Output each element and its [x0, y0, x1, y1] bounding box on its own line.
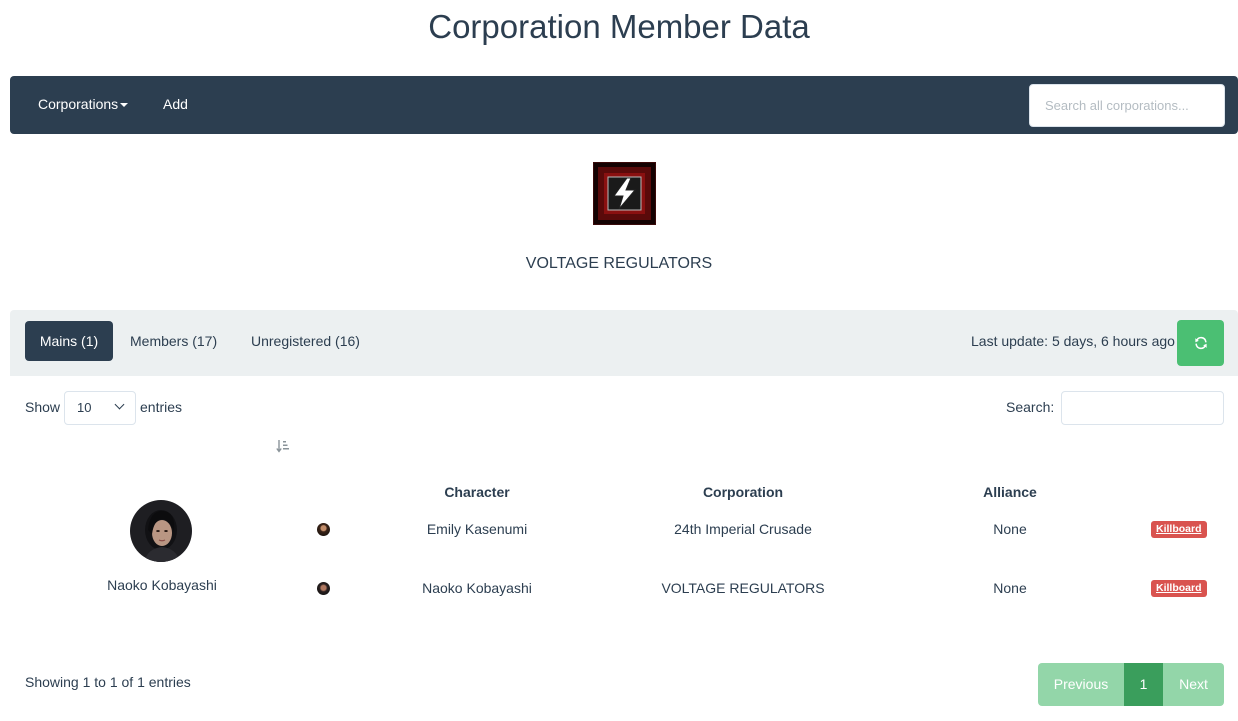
caret-down-icon: [120, 103, 129, 108]
cell-corporation: 24th Imperial Crusade: [674, 521, 812, 537]
page-title: Corporation Member Data: [428, 8, 810, 45]
refresh-button[interactable]: [1177, 320, 1224, 366]
column-header-alliance[interactable]: Alliance: [930, 484, 1090, 500]
column-header-corporation[interactable]: Corporation: [643, 484, 843, 500]
next-page-button[interactable]: Next: [1163, 663, 1224, 706]
avatar: [130, 500, 192, 562]
cell-character: Emily Kasenumi: [426, 521, 528, 537]
show-label: Show: [25, 399, 61, 415]
last-update-text: Last update: 5 days, 6 hours ago: [971, 333, 1175, 349]
search-label: Search:: [1006, 399, 1055, 415]
page-length-value: 10: [77, 400, 92, 415]
corporation-name: VOLTAGE REGULATORS: [525, 255, 713, 272]
sort-icon[interactable]: [276, 439, 290, 453]
cell-alliance: None: [993, 521, 1027, 537]
chevron-down-icon: [114, 399, 125, 410]
main-character-name: Naoko Kobayashi: [107, 577, 217, 593]
entries-label: entries: [140, 399, 183, 415]
column-header-character[interactable]: Character: [377, 484, 577, 500]
cell-corporation: VOLTAGE REGULATORS: [661, 580, 825, 596]
page-1-button[interactable]: 1: [1124, 663, 1163, 706]
character-portrait-icon: [130, 500, 192, 562]
top-navbar: Corporations Add: [10, 76, 1238, 134]
refresh-icon: [1194, 336, 1207, 350]
add-link[interactable]: Add: [163, 96, 188, 112]
corporation-logo: [593, 162, 656, 225]
killboard-link[interactable]: Killboard: [1151, 521, 1207, 538]
previous-page-button[interactable]: Previous: [1038, 663, 1124, 706]
tab-mains[interactable]: Mains (1): [25, 321, 113, 361]
cell-alliance: None: [993, 580, 1027, 596]
corporations-label: Corporations: [38, 96, 119, 112]
page-length-select[interactable]: 10: [64, 391, 136, 425]
killboard-link[interactable]: Killboard: [1151, 580, 1207, 597]
tab-unregistered[interactable]: Unregistered (16): [251, 321, 360, 361]
cell-character: Naoko Kobayashi: [422, 580, 532, 596]
corporations-dropdown[interactable]: Corporations: [38, 96, 129, 112]
table-search-input[interactable]: [1061, 391, 1224, 425]
corporation-search-input[interactable]: [1029, 84, 1225, 127]
pagination: Previous 1 Next: [1038, 663, 1224, 706]
character-avatar: [317, 523, 330, 536]
panel-header: Mains (1) Members (17) Unregistered (16)…: [10, 310, 1238, 376]
character-avatar: [317, 582, 330, 595]
lightning-bolt-icon: [594, 163, 655, 224]
tab-members[interactable]: Members (17): [130, 321, 217, 361]
table-info: Showing 1 to 1 of 1 entries: [25, 674, 191, 690]
